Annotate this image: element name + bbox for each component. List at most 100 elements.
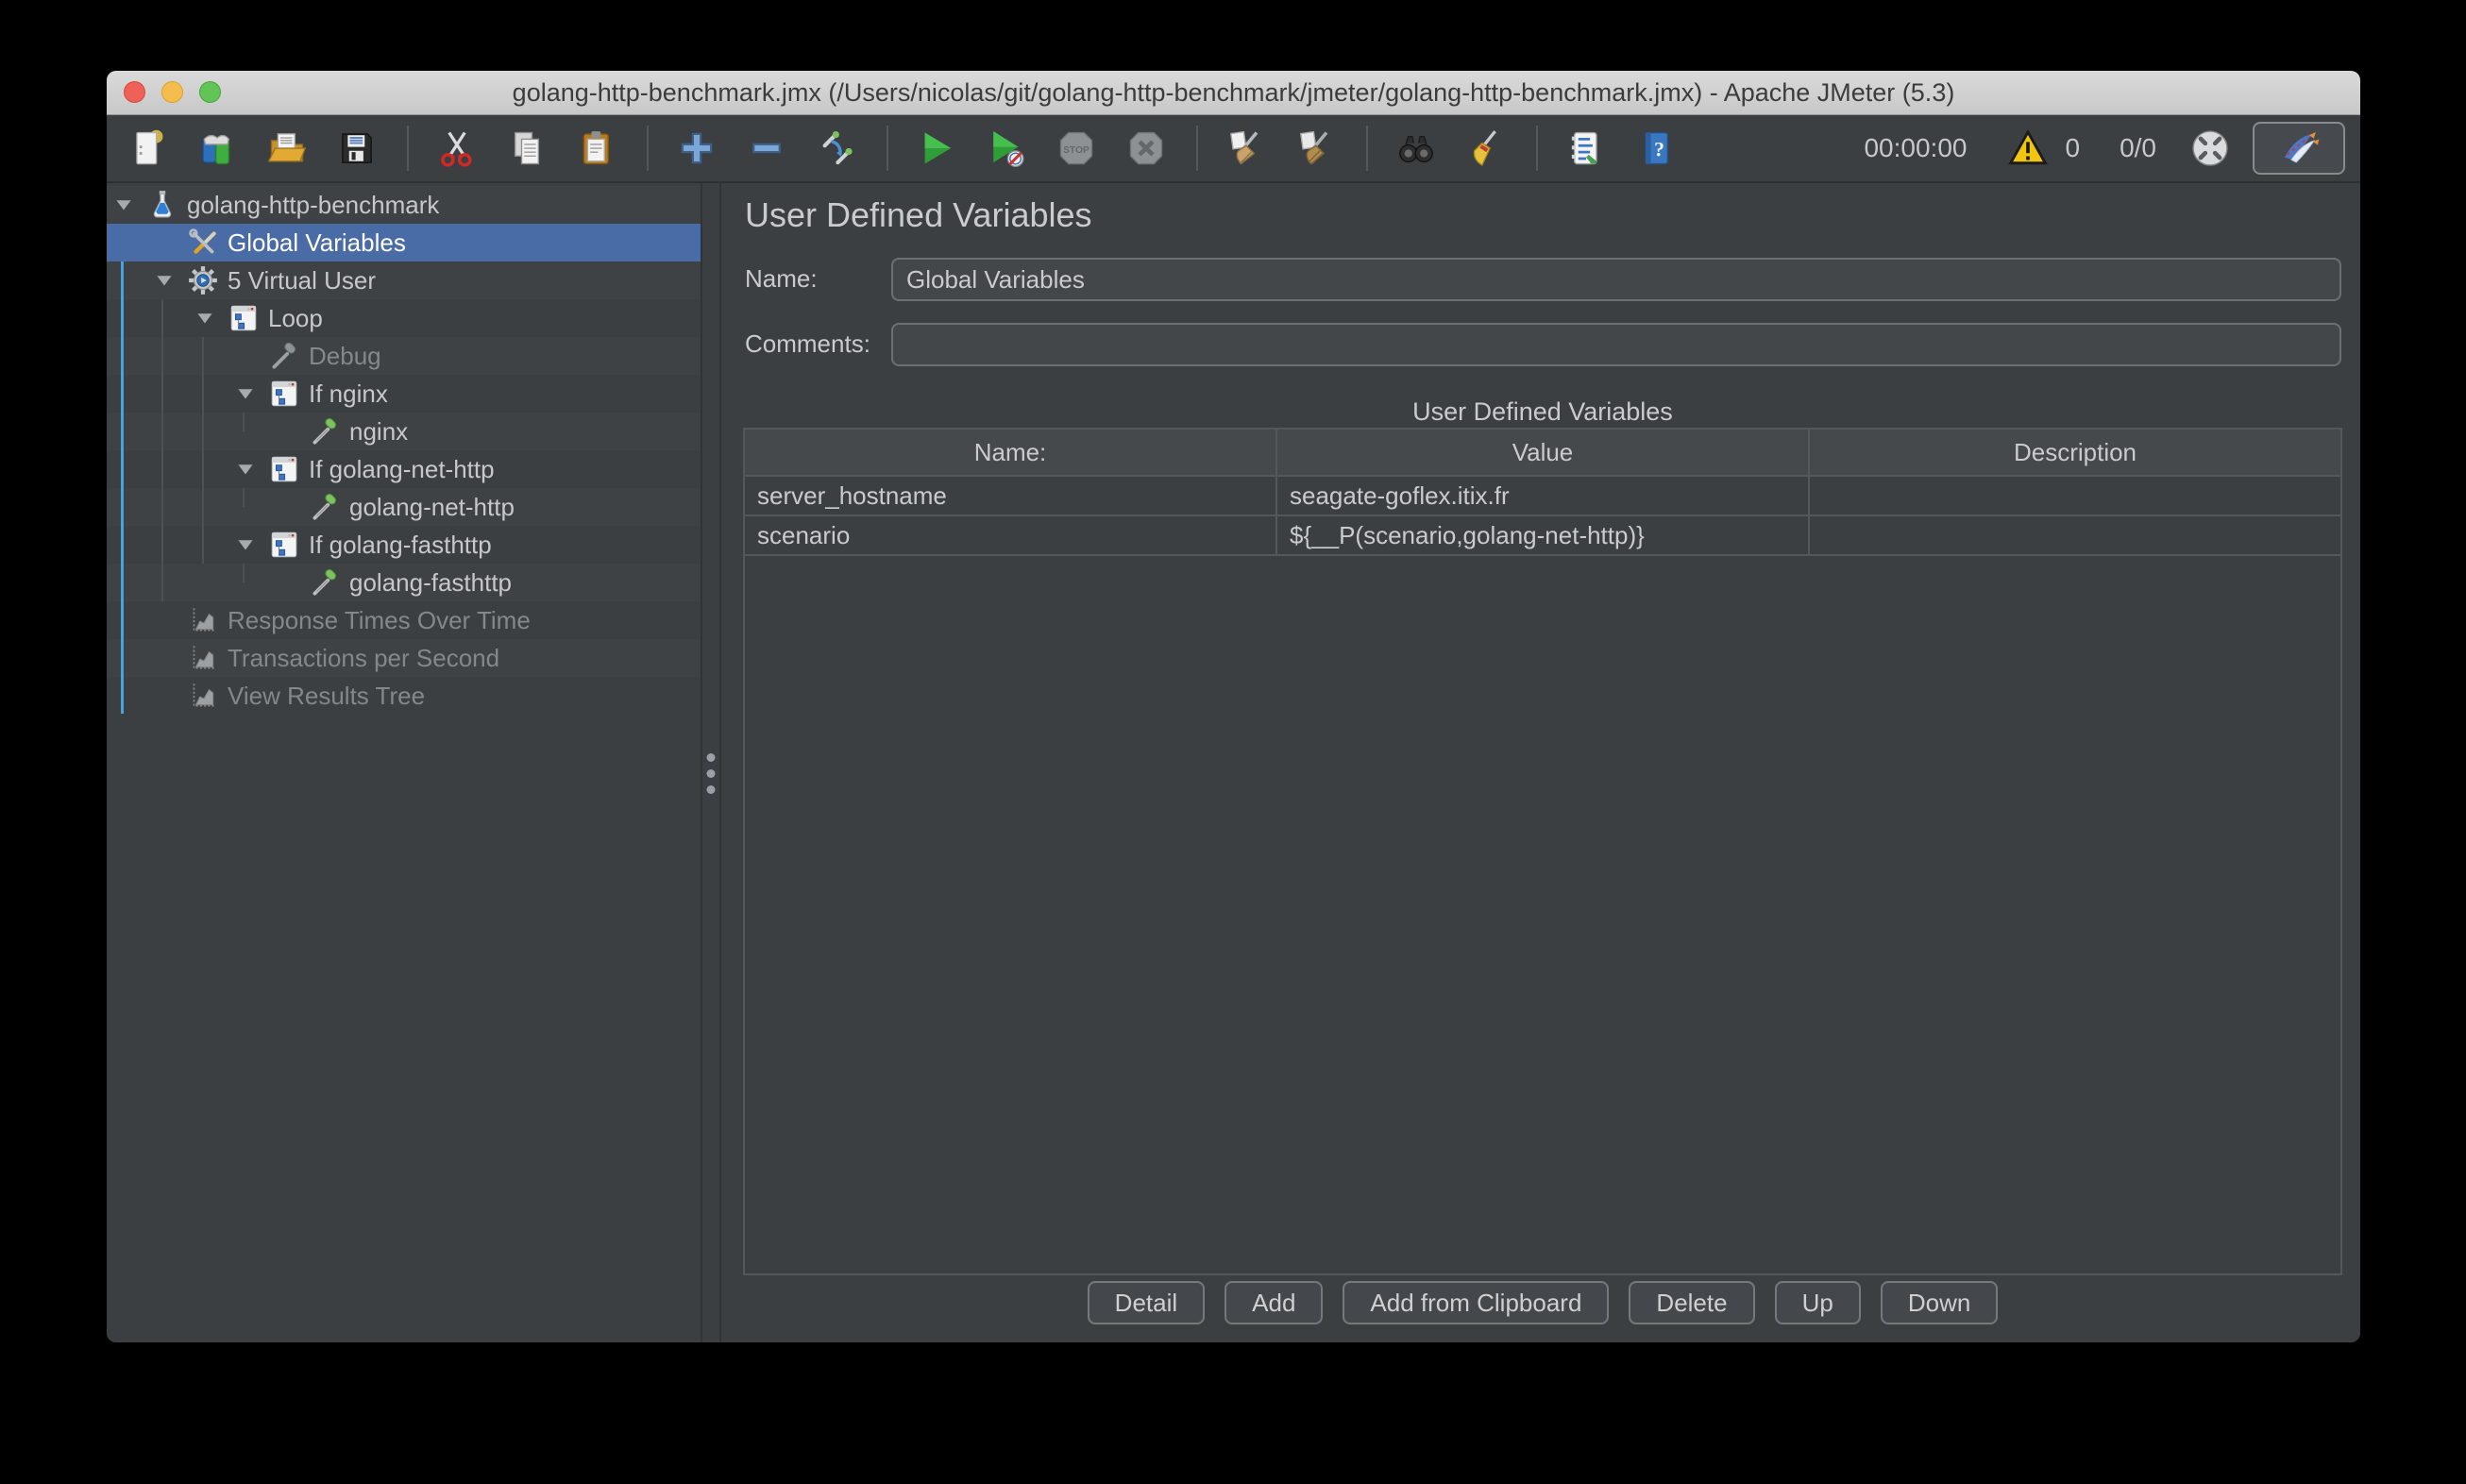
table-header-name[interactable]: Name: bbox=[745, 430, 1277, 475]
stop-button[interactable]: STOP bbox=[1055, 126, 1098, 170]
tree-item-label: golang-fasthttp bbox=[349, 564, 512, 601]
toggle-button[interactable] bbox=[815, 126, 858, 170]
tree-item-debug[interactable]: Debug bbox=[107, 337, 701, 375]
toolbar-separator bbox=[887, 126, 888, 171]
tree-guide-line bbox=[161, 299, 163, 601]
tree-item-5-virtual-user[interactable]: 5 Virtual User bbox=[107, 261, 701, 299]
tree-item-label: golang-net-http bbox=[349, 488, 515, 526]
warning-triangle-icon bbox=[2006, 128, 2050, 168]
expand-triangle-icon[interactable] bbox=[235, 383, 256, 404]
table-cell[interactable]: server_hostname bbox=[745, 477, 1277, 514]
tree-item-label: If nginx bbox=[309, 375, 388, 413]
zoom-button[interactable] bbox=[199, 81, 221, 103]
thread-group-icon bbox=[187, 264, 219, 296]
search-button[interactable] bbox=[1394, 126, 1438, 170]
table-cell[interactable] bbox=[1810, 477, 2340, 514]
open-file-button[interactable] bbox=[265, 126, 309, 170]
help-icon: ? bbox=[1635, 127, 1677, 169]
paste-button[interactable] bbox=[575, 126, 618, 170]
tree-item-label: Loop bbox=[268, 299, 323, 337]
tree-item-response-times-over-time[interactable]: Response Times Over Time bbox=[107, 601, 701, 639]
close-button[interactable] bbox=[124, 81, 145, 103]
save-button[interactable] bbox=[335, 126, 379, 170]
window-title: golang-http-benchmark.jmx (/Users/nicola… bbox=[513, 78, 1955, 108]
copy-button[interactable] bbox=[505, 126, 549, 170]
detail-button[interactable]: Detail bbox=[1088, 1281, 1205, 1324]
add-button[interactable] bbox=[675, 126, 718, 170]
delete-button[interactable]: Delete bbox=[1629, 1281, 1754, 1324]
splitter-grip-icon bbox=[707, 753, 716, 794]
name-label: Name: bbox=[745, 264, 818, 294]
expand-triangle-icon[interactable] bbox=[235, 459, 256, 480]
tree-item-global-variables[interactable]: Global Variables bbox=[107, 224, 701, 261]
cut-button[interactable] bbox=[435, 126, 479, 170]
remove-button[interactable] bbox=[745, 126, 788, 170]
toolbar-separator bbox=[407, 126, 409, 171]
listener-chart-icon bbox=[187, 680, 219, 712]
tree-item-golang-net-http[interactable]: golang-net-http bbox=[107, 488, 701, 526]
minimize-button[interactable] bbox=[161, 81, 183, 103]
sampler-icon bbox=[309, 415, 341, 447]
name-input[interactable] bbox=[891, 258, 2341, 301]
tree-guide-line bbox=[243, 564, 245, 582]
function-helper-icon bbox=[1565, 127, 1607, 169]
search-icon bbox=[1395, 127, 1437, 169]
sampler-icon bbox=[309, 491, 341, 523]
function-helper-button[interactable] bbox=[1564, 126, 1608, 170]
templates-icon bbox=[196, 127, 238, 169]
tree-item-nginx[interactable]: nginx bbox=[107, 413, 701, 450]
plugins-manager-icon bbox=[2188, 126, 2232, 170]
plugins-manager-button[interactable] bbox=[2188, 126, 2232, 170]
new-file-button[interactable] bbox=[126, 126, 169, 170]
tree-item-view-results-tree[interactable]: View Results Tree bbox=[107, 677, 701, 715]
shutdown-button[interactable] bbox=[1124, 126, 1168, 170]
start-button[interactable] bbox=[915, 126, 958, 170]
content-area: golang-http-benchmarkGlobal Variables5 V… bbox=[107, 183, 2360, 1342]
table-cell[interactable]: ${__P(scenario,golang-net-http)} bbox=[1277, 516, 1810, 554]
clear-button[interactable] bbox=[1225, 126, 1268, 170]
clear-all-icon bbox=[1295, 127, 1337, 169]
table-header-value[interactable]: Value bbox=[1277, 430, 1810, 475]
table-cell[interactable]: seagate-goflex.itix.fr bbox=[1277, 477, 1810, 514]
comments-input[interactable] bbox=[891, 323, 2341, 366]
stop-icon: STOP bbox=[1056, 127, 1097, 169]
table-row: scenario${__P(scenario,golang-net-http)} bbox=[745, 516, 2340, 556]
toolbar-separator bbox=[1366, 126, 1368, 171]
table-header-description[interactable]: Description bbox=[1810, 430, 2340, 475]
tree-item-if-golang-fasthttp[interactable]: If golang-fasthttp bbox=[107, 526, 701, 564]
tree-item-transactions-per-second[interactable]: Transactions per Second bbox=[107, 639, 701, 677]
controller-icon bbox=[228, 302, 260, 334]
test-plan-tree: golang-http-benchmarkGlobal Variables5 V… bbox=[107, 183, 701, 1342]
tree-item-label: If golang-net-http bbox=[309, 450, 495, 488]
expand-triangle-icon[interactable] bbox=[235, 534, 256, 555]
warning-indicator[interactable]: 0 bbox=[2006, 128, 2080, 168]
add-from-clipboard-button[interactable]: Add from Clipboard bbox=[1343, 1281, 1609, 1324]
sampler-disabled-icon bbox=[268, 340, 300, 372]
titlebar: golang-http-benchmark.jmx (/Users/nicola… bbox=[107, 71, 2360, 115]
tree-item-if-nginx[interactable]: If nginx bbox=[107, 375, 701, 413]
tree-item-golang-fasthttp[interactable]: golang-fasthttp bbox=[107, 564, 701, 601]
splitter-handle[interactable] bbox=[701, 183, 721, 1342]
sampler-icon bbox=[309, 566, 341, 599]
toolbar: STOP? 00:00:00 0 0/0 bbox=[107, 115, 2360, 183]
tree-item-golang-http-benchmark[interactable]: golang-http-benchmark bbox=[107, 186, 701, 224]
start-no-timers-button[interactable] bbox=[985, 126, 1028, 170]
clear-all-button[interactable] bbox=[1294, 126, 1338, 170]
help-button[interactable]: ? bbox=[1634, 126, 1678, 170]
table-cell[interactable] bbox=[1810, 516, 2340, 554]
table-cell[interactable]: scenario bbox=[745, 516, 1277, 554]
search-reset-button[interactable] bbox=[1464, 126, 1508, 170]
add-button[interactable]: Add bbox=[1225, 1281, 1323, 1324]
tree-item-loop[interactable]: Loop bbox=[107, 299, 701, 337]
down-button[interactable]: Down bbox=[1881, 1281, 1998, 1324]
logo-button[interactable] bbox=[2253, 122, 2345, 175]
up-button[interactable]: Up bbox=[1775, 1281, 1861, 1324]
tree-item-if-golang-net-http[interactable]: If golang-net-http bbox=[107, 450, 701, 488]
tree-item-label: Response Times Over Time bbox=[228, 601, 531, 639]
templates-button[interactable] bbox=[195, 126, 239, 170]
expand-triangle-icon[interactable] bbox=[154, 270, 175, 291]
tree-guide-line bbox=[243, 488, 245, 507]
expand-triangle-icon[interactable] bbox=[113, 194, 134, 215]
traffic-lights bbox=[124, 81, 221, 103]
expand-triangle-icon[interactable] bbox=[194, 308, 215, 329]
